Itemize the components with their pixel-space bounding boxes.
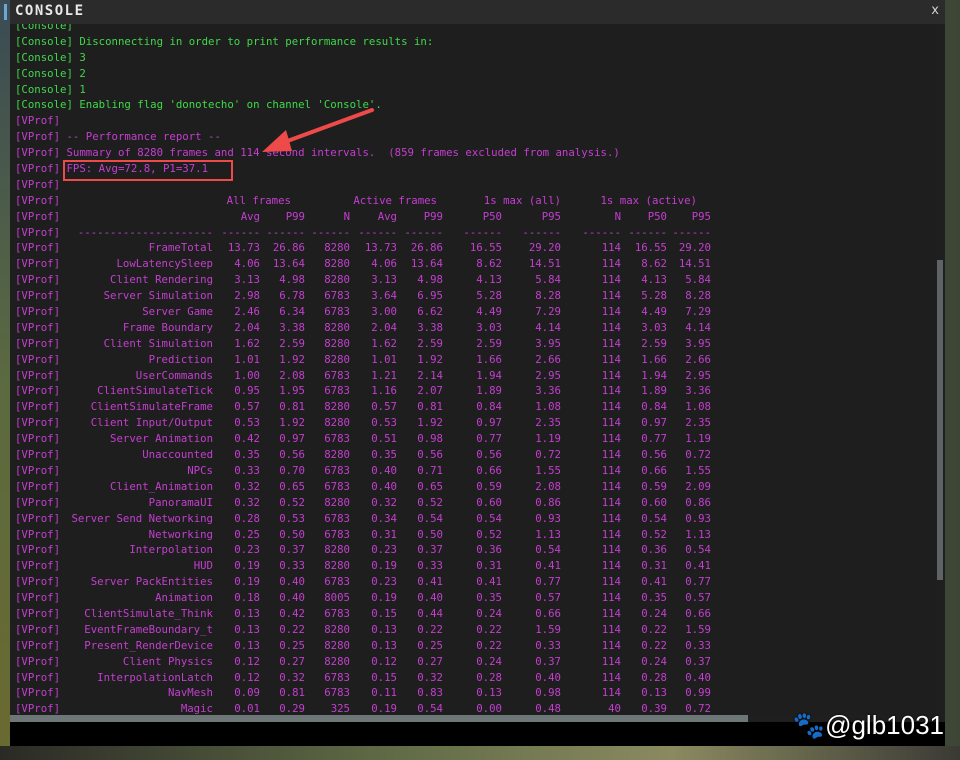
annotation-arrow-icon <box>262 108 374 152</box>
watermark-text: @glb1031 <box>825 710 944 740</box>
watermark: 🐾@glb1031 <box>793 710 944 741</box>
baidu-paw-icon: 🐾 <box>792 710 826 740</box>
